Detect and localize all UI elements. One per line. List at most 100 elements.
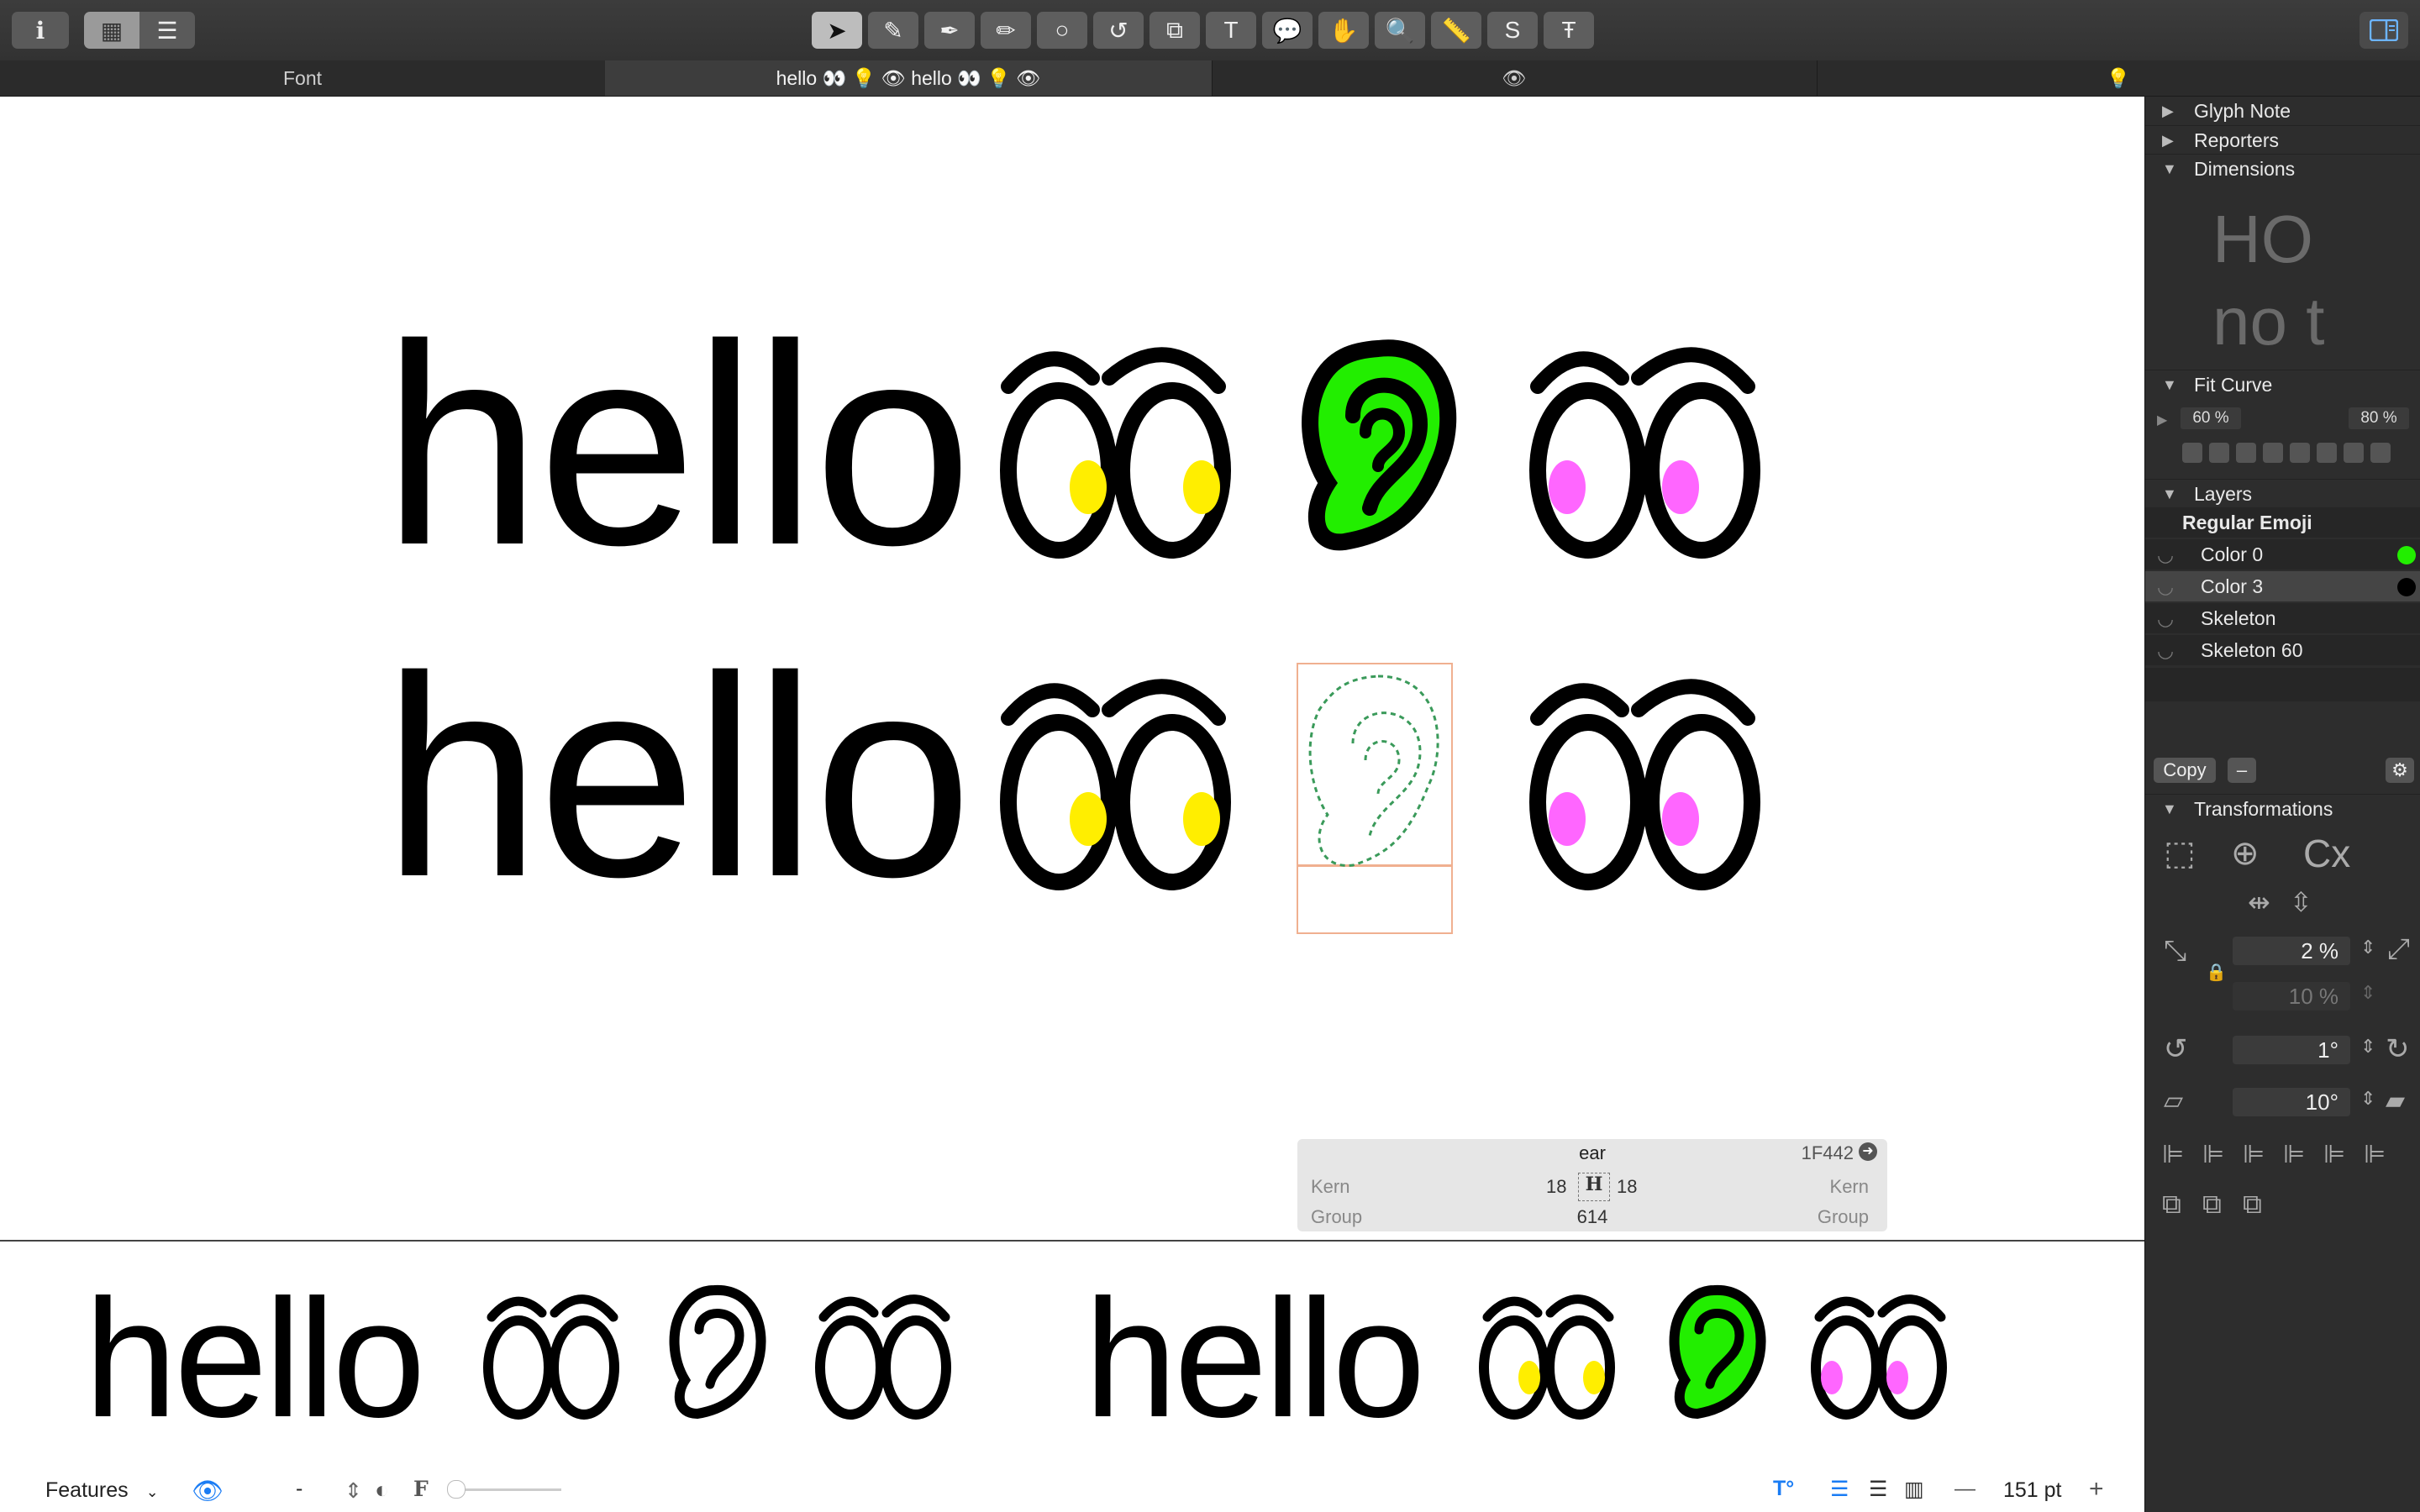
rotate-stepper[interactable]: ⇕: [2360, 1036, 2375, 1058]
scale-x-field[interactable]: 2 %: [2233, 937, 2350, 965]
grid-view-button[interactable]: ▦: [84, 12, 139, 49]
align-right-icon[interactable]: ☰: [1869, 1477, 1887, 1502]
pencil-tool[interactable]: ✏: [981, 12, 1031, 49]
preview-panel[interactable]: hello hello: [0, 1240, 2144, 1470]
fit-curve-preset-button[interactable]: [2209, 443, 2229, 463]
features-menu[interactable]: Features ⌄: [45, 1478, 159, 1503]
crosshair-icon[interactable]: ⊕: [2231, 834, 2260, 873]
export-tool[interactable]: S: [1487, 12, 1538, 49]
layer-visibility-icon[interactable]: ◡: [2157, 639, 2187, 662]
annotation-tool[interactable]: 💬: [1262, 12, 1313, 49]
gear-icon[interactable]: ⚙: [2386, 758, 2414, 783]
scale-y-stepper[interactable]: ⇕: [2360, 982, 2375, 1004]
select-tool[interactable]: ➤: [812, 12, 862, 49]
section-dimensions[interactable]: ▼ Dimensions: [2145, 154, 2420, 183]
section-layers[interactable]: ▼ Layers: [2145, 479, 2420, 508]
layer-color-swatch[interactable]: [2397, 546, 2416, 564]
remove-layer-button[interactable]: –: [2228, 758, 2256, 783]
tab-font[interactable]: Font: [0, 60, 606, 96]
section-glyph-note[interactable]: ▶ Glyph Note: [2145, 97, 2420, 125]
scale-up-icon[interactable]: ⤢: [2387, 933, 2410, 966]
align-left-icon[interactable]: ☰: [1830, 1477, 1849, 1502]
rotate-tool[interactable]: ↺: [1093, 12, 1144, 49]
align-bottom-icon[interactable]: ⊫: [2364, 1140, 2386, 1169]
font-icon[interactable]: F: [413, 1477, 429, 1501]
text-options-icon[interactable]: T°: [1773, 1477, 1794, 1501]
text-tool[interactable]: T: [1206, 12, 1256, 49]
tab-bulb[interactable]: 💡: [1817, 60, 2420, 96]
kern-right-value[interactable]: 18: [1617, 1176, 1637, 1198]
slider-knob[interactable]: [447, 1480, 466, 1499]
arrow-right-icon[interactable]: ➜: [1859, 1142, 1877, 1161]
shape-tool[interactable]: ○: [1037, 12, 1087, 49]
kern-left-value[interactable]: 18: [1546, 1176, 1566, 1198]
fit-curve-preset-button[interactable]: [2370, 443, 2391, 463]
rotate-ccw-icon[interactable]: ↺: [2164, 1032, 2188, 1066]
stepper-icon[interactable]: ⇕: [345, 1478, 362, 1504]
rotate-cw-icon[interactable]: ↻: [2386, 1032, 2410, 1066]
fit-curve-preset-button[interactable]: [2344, 443, 2364, 463]
fit-curve-preset-button[interactable]: [2236, 443, 2256, 463]
scale-y-field[interactable]: 10 %: [2233, 982, 2350, 1011]
info-button[interactable]: i: [12, 12, 69, 49]
list-view-button[interactable]: ☰: [139, 12, 195, 49]
layer-visibility-icon[interactable]: ◡: [2157, 575, 2187, 598]
align-top-icon[interactable]: ⊫: [2283, 1140, 2305, 1169]
layer-visibility-icon[interactable]: ◡: [2157, 607, 2187, 630]
zoom-tool[interactable]: 🔍: [1375, 12, 1425, 49]
zoom-in-button[interactable]: +: [2089, 1475, 2104, 1504]
zoom-value[interactable]: 151 pt: [2003, 1478, 2062, 1503]
scale-tool[interactable]: ⧉: [1150, 12, 1200, 49]
bounding-box-icon[interactable]: ⬚: [2164, 834, 2196, 873]
slant-left-icon[interactable]: ▱: [2164, 1086, 2183, 1116]
path-intersect-icon[interactable]: ⧉: [2243, 1189, 2262, 1221]
justify-icon[interactable]: ▥: [1904, 1477, 1924, 1502]
eye-preview-icon[interactable]: 👁: [192, 1477, 224, 1506]
align-right-icon[interactable]: ⊫: [2243, 1140, 2265, 1169]
layer-item[interactable]: ◡ Skeleton: [2145, 603, 2420, 633]
glyph-width-value[interactable]: 614: [1297, 1206, 1887, 1228]
copy-layer-button[interactable]: Copy: [2154, 758, 2216, 783]
layer-item[interactable]: ◡ Color 3: [2145, 571, 2420, 601]
sidebar-toggle-button[interactable]: [2360, 12, 2408, 49]
glyph-unicode[interactable]: 1F442: [1802, 1142, 1854, 1164]
zoom-out-button[interactable]: —: [1954, 1477, 1975, 1501]
origin-cx-field[interactable]: Cx: [2303, 831, 2350, 876]
align-left-icon[interactable]: ⊫: [2162, 1140, 2184, 1169]
align-center-v-icon[interactable]: ⊫: [2323, 1140, 2345, 1169]
align-center-h-icon[interactable]: ⊫: [2202, 1140, 2224, 1169]
layer-visibility-icon[interactable]: ◡: [2157, 543, 2187, 566]
section-transformations[interactable]: ▼ Transformations: [2145, 794, 2420, 823]
slant-stepper[interactable]: ⇕: [2360, 1088, 2375, 1110]
fit-curve-preset-button[interactable]: [2263, 443, 2283, 463]
fit-curve-min-field[interactable]: 60 %: [2181, 407, 2241, 429]
hand-tool[interactable]: ✋: [1318, 12, 1369, 49]
tab-hello-text[interactable]: hello 👀 💡 👁 hello 👀 💡 👁: [605, 60, 1213, 96]
path-union-icon[interactable]: ⧉: [2162, 1189, 2181, 1221]
fit-curve-max-field[interactable]: 80 %: [2349, 407, 2409, 429]
layer-item[interactable]: ◡ Skeleton 60: [2145, 635, 2420, 665]
edit-canvas[interactable]: hello hello ear 1F442 ➜ Kern 18 H 18 Ker…: [0, 97, 2144, 1239]
pen-tool[interactable]: ✒: [924, 12, 975, 49]
scale-x-stepper[interactable]: ⇕: [2360, 937, 2375, 958]
slant-right-icon[interactable]: ▰: [2386, 1086, 2405, 1116]
preview-size-slider[interactable]: [449, 1488, 561, 1491]
fit-curve-play-icon[interactable]: ▶: [2157, 412, 2167, 428]
path-subtract-icon[interactable]: ⧉: [2202, 1189, 2222, 1221]
measure-tool[interactable]: 📏: [1431, 12, 1481, 49]
contrast-icon[interactable]: ◐: [375, 1477, 389, 1504]
section-fit-curve[interactable]: ▼ Fit Curve: [2145, 370, 2420, 399]
layer-color-swatch[interactable]: [2397, 578, 2416, 596]
layer-item[interactable]: ◡ Color 0: [2145, 539, 2420, 570]
flip-vertical-icon[interactable]: ⇳: [2290, 886, 2312, 918]
slant-field[interactable]: 10°: [2233, 1088, 2350, 1116]
fit-curve-preset-button[interactable]: [2182, 443, 2202, 463]
section-reporters[interactable]: ▶ Reporters: [2145, 125, 2420, 155]
tab-eye[interactable]: 👁: [1212, 60, 1818, 96]
fit-curve-preset-button[interactable]: [2317, 443, 2337, 463]
draw-tool[interactable]: ✎: [868, 12, 918, 49]
flip-horizontal-icon[interactable]: ⇹: [2248, 886, 2270, 918]
layer-master[interactable]: Regular Emoji: [2145, 507, 2420, 538]
rotate-field[interactable]: 1°: [2233, 1036, 2350, 1064]
fit-curve-preset-button[interactable]: [2290, 443, 2310, 463]
